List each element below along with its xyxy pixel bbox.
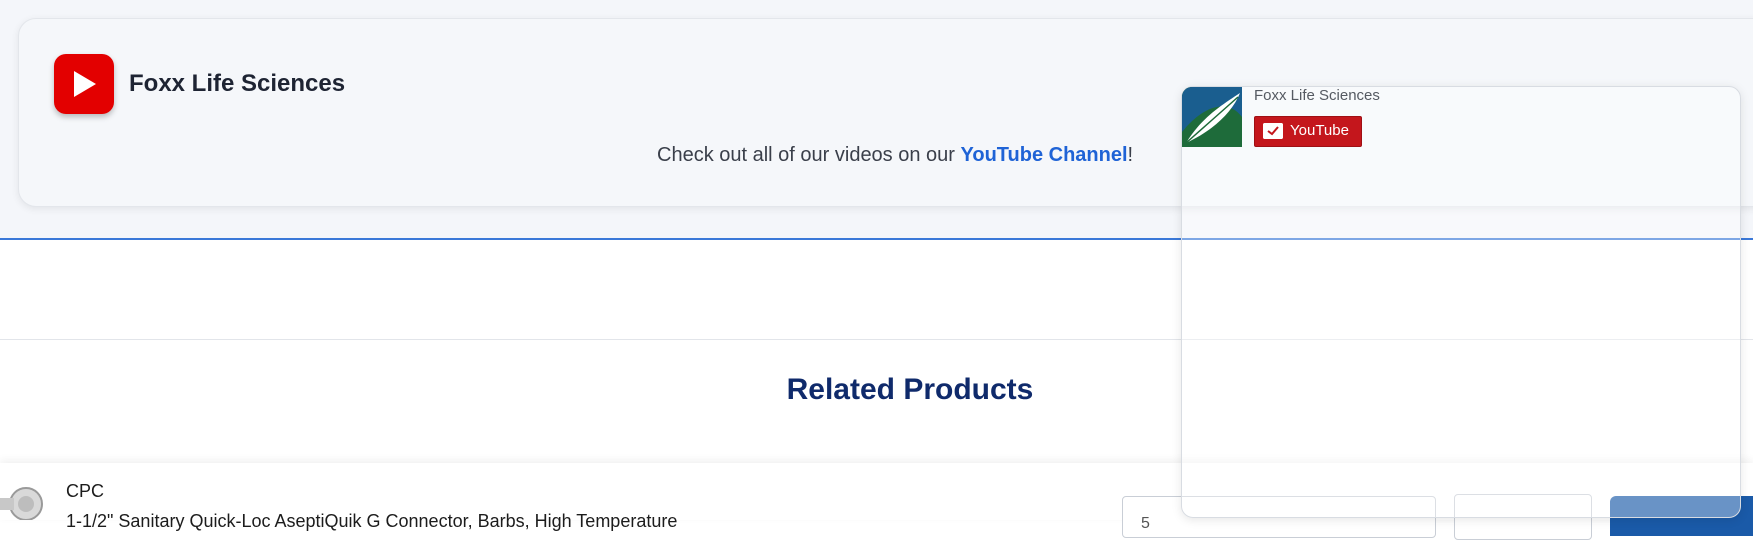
card-title: Foxx Life Sciences <box>129 70 346 97</box>
youtube-channel-link[interactable]: YouTube Channel <box>961 144 1128 166</box>
product-thumbnail[interactable] <box>0 484 44 520</box>
card-text-suffix: ! <box>1127 144 1134 166</box>
card-text-prefix: Check out all of our videos on our <box>657 144 961 166</box>
channel-name[interactable]: Foxx Life Sciences <box>1254 87 1380 104</box>
card-description: Check out all of our videos on our YouTu… <box>657 144 1133 167</box>
youtube-subscribe-button[interactable]: YouTube <box>1254 116 1362 147</box>
subscribe-label: YouTube <box>1290 122 1349 139</box>
youtube-icon <box>1263 123 1283 139</box>
product-name[interactable]: 1-1/2" Sanitary Quick-Loc AseptiQuik G C… <box>66 511 677 532</box>
channel-avatar[interactable] <box>1182 87 1242 147</box>
product-brand: CPC <box>66 481 105 501</box>
quantity-value: 5 <box>1141 515 1150 532</box>
youtube-play-icon <box>54 54 114 114</box>
youtube-subscribe-widget <box>1181 86 1741 518</box>
